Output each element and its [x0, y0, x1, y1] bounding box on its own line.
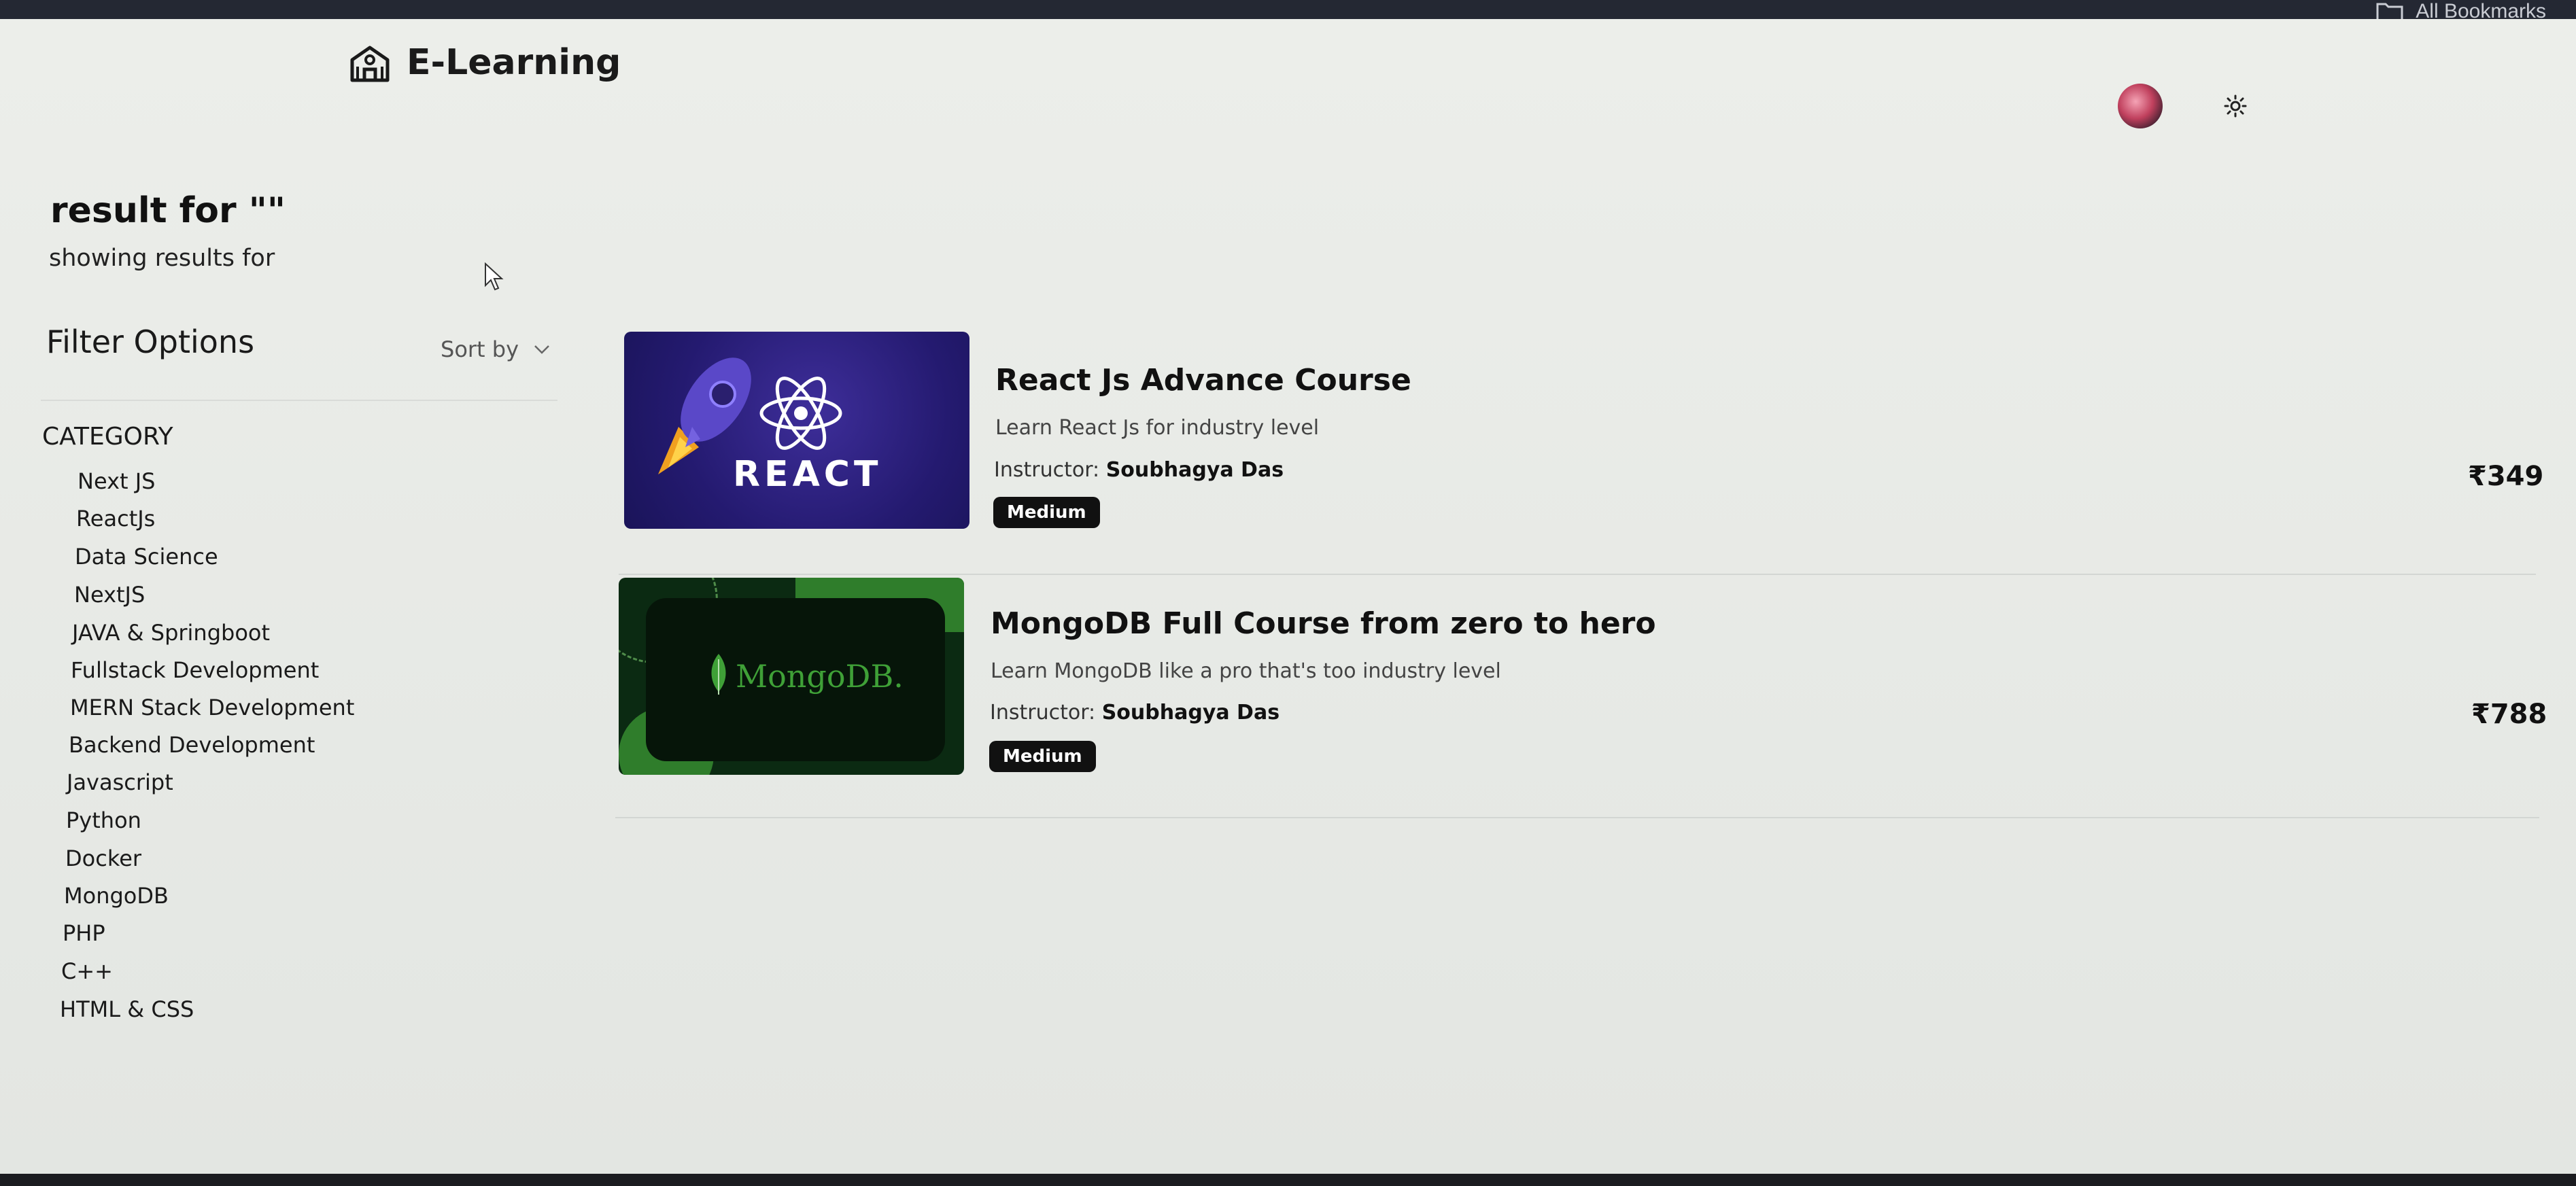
- category-item-javascript[interactable]: Javascript: [67, 769, 173, 795]
- instructor-label: Instructor:: [990, 701, 1096, 725]
- cursor-icon: [485, 262, 504, 291]
- school-icon: [350, 46, 390, 82]
- category-item-docker[interactable]: Docker: [65, 845, 141, 871]
- react-atom-icon: [759, 377, 842, 450]
- level-badge: Medium: [989, 741, 1096, 772]
- mongodb-leaf-icon: [711, 654, 726, 695]
- category-item-mern[interactable]: MERN Stack Development: [70, 695, 354, 720]
- level-badge: Medium: [993, 497, 1100, 528]
- thumbnail-text: REACT: [733, 454, 882, 495]
- category-item-next-js[interactable]: Next JS: [78, 468, 155, 494]
- category-heading: CATEGORY: [42, 423, 173, 451]
- search-result-title: result for "": [50, 190, 286, 231]
- course-instructor: Instructor: Soubhagya Das: [994, 458, 1284, 482]
- sun-icon: [2224, 94, 2247, 118]
- instructor-label: Instructor:: [994, 458, 1100, 482]
- course-description: Learn React Js for industry level: [995, 416, 1320, 440]
- brand-name: E-Learning: [407, 42, 621, 83]
- course-title[interactable]: MongoDB Full Course from zero to hero: [991, 606, 1656, 641]
- course-description: Learn MongoDB like a pro that's too indu…: [991, 659, 1501, 683]
- category-item-nextjs[interactable]: NextJS: [74, 582, 145, 608]
- filter-options-title: Filter Options: [46, 324, 255, 360]
- category-item-cpp[interactable]: C++: [61, 958, 113, 984]
- category-item-java-springboot[interactable]: JAVA & Springboot: [72, 620, 270, 646]
- instructor-name: Soubhagya Das: [1105, 458, 1284, 482]
- course-thumbnail[interactable]: MongoDB.: [619, 578, 964, 775]
- category-item-mongodb[interactable]: MongoDB: [64, 883, 169, 909]
- category-item-backend[interactable]: Backend Development: [69, 732, 315, 758]
- course-price: ₹788: [2471, 699, 2547, 730]
- instructor-name: Soubhagya Das: [1101, 701, 1280, 725]
- course-instructor: Instructor: Soubhagya Das: [990, 701, 1280, 725]
- course-price: ₹349: [2468, 461, 2544, 492]
- browser-bookmark-bar: All Bookmarks: [0, 0, 2576, 22]
- sort-by-label: Sort by: [441, 336, 519, 362]
- thumbnail-text: MongoDB.: [736, 658, 904, 695]
- chevron-down-icon: [534, 345, 549, 354]
- search-result-subtitle: showing results for: [49, 245, 275, 272]
- category-item-python[interactable]: Python: [66, 807, 141, 833]
- course-divider: [615, 817, 2539, 818]
- taskbar-edge: [0, 1174, 2576, 1186]
- category-item-php[interactable]: PHP: [63, 920, 105, 946]
- theme-toggle-button[interactable]: [2222, 92, 2249, 120]
- page: E-Learning result for "" showing results…: [0, 19, 2576, 1174]
- filter-divider: [41, 400, 557, 401]
- course-title[interactable]: React Js Advance Course: [995, 363, 1411, 398]
- category-item-html-css[interactable]: HTML & CSS: [60, 996, 194, 1022]
- brand-logo[interactable]: E-Learning: [348, 42, 621, 83]
- course-divider: [619, 574, 2536, 575]
- course-thumbnail[interactable]: REACT: [624, 332, 969, 529]
- sort-by-select[interactable]: Sort by: [422, 322, 564, 377]
- category-item-data-science[interactable]: Data Science: [75, 544, 218, 570]
- category-item-reactjs[interactable]: ReactJs: [76, 506, 155, 531]
- category-item-fullstack[interactable]: Fullstack Development: [71, 657, 319, 683]
- user-avatar[interactable]: [2118, 84, 2163, 128]
